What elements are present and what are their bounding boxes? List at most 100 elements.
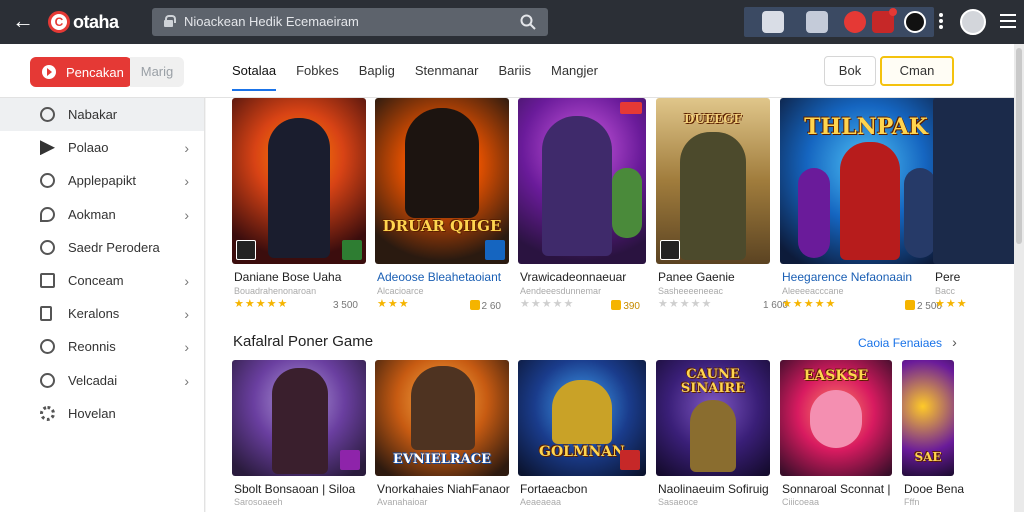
back-arrow-icon[interactable]: ← — [10, 8, 36, 34]
see-all-link[interactable]: Caoia Fenaiaes › — [858, 334, 957, 350]
tab-3[interactable]: Baplig — [359, 44, 395, 98]
app-logo[interactable]: C otaha — [48, 9, 119, 35]
game-thumbnail[interactable] — [232, 98, 366, 264]
character-art — [552, 380, 612, 444]
game-subtitle: Sasheeeeneeac — [658, 286, 724, 296]
game-thumbnail[interactable]: DUEEGF — [656, 98, 770, 264]
primary-button[interactable]: Pencakan — [30, 57, 132, 87]
game-thumbnail[interactable]: SAE — [902, 360, 954, 476]
game-subtitle: Bouadrahenonaroan — [234, 286, 317, 296]
search-text[interactable]: Nioackean Hedik Ecemaeiram — [184, 14, 359, 29]
sidebar: Nabakar Polaao › Applepapikt › Aokman › … — [0, 98, 205, 512]
game-card[interactable]: Pere Bacc ★★★ — [933, 98, 1014, 318]
game-thumbnail[interactable] — [518, 98, 646, 264]
avatar[interactable] — [960, 9, 986, 35]
game-price: 390 — [611, 300, 640, 312]
game-title[interactable]: Daniane Bose Uaha — [234, 270, 368, 284]
logo-mark-icon: C — [48, 11, 70, 33]
game-card[interactable]: SAE Dooe Benaa Fffn — [902, 360, 1014, 510]
platform-badge-icon — [342, 240, 362, 260]
sidebar-item-4[interactable]: Aokman › — [0, 198, 204, 231]
play-icon — [40, 140, 55, 156]
rating-badge-icon — [660, 240, 680, 260]
game-thumbnail[interactable]: GOLMNAN — [518, 360, 646, 476]
game-title[interactable]: Heegarence Nefaonaain — [782, 270, 932, 284]
chevron-right-icon: › — [184, 173, 189, 190]
extension-icon-5[interactable] — [904, 11, 926, 33]
game-title[interactable]: Vnorkahaies NiahFanaor — [377, 482, 511, 496]
game-thumbnail[interactable]: CAUNE SINAIRE — [656, 360, 770, 476]
game-thumbnail[interactable]: DRUAR QIIGE — [375, 98, 509, 264]
game-thumbnail[interactable]: EASKSE — [780, 360, 892, 476]
sidebar-item-7[interactable]: Keralons › — [0, 297, 204, 330]
character-art — [542, 116, 612, 256]
game-thumbnail[interactable]: THLNPAK — [780, 98, 952, 264]
sidebar-item-label: Velcadai — [68, 372, 118, 388]
game-subtitle: Aeaeaeaa — [520, 497, 562, 507]
tab-5[interactable]: Bariis — [498, 44, 531, 98]
secondary-button[interactable]: Marig — [130, 57, 184, 87]
sidebar-item-label: Conceam — [68, 273, 124, 289]
star-rating: ★★★ — [377, 298, 410, 310]
extension-icon-4[interactable] — [872, 8, 897, 33]
star-rating: ★★★★★ — [520, 298, 575, 310]
game-art-title: SAE — [914, 450, 942, 464]
sidebar-item-label: Applepapikt — [68, 173, 136, 189]
sidebar-item-1[interactable]: Nabakar — [0, 98, 204, 132]
page-header: Pencakan Marig Sotalaa Fobkes Baplig Ste… — [0, 44, 1014, 98]
price-text: 3 500 — [332, 300, 358, 311]
tab-4[interactable]: Stenmanar — [415, 44, 479, 98]
game-subtitle: Aendeeesdunnemar — [520, 286, 602, 296]
search-bar[interactable]: Nioackean Hedik Ecemaeiram — [152, 8, 548, 36]
rating-badge-icon — [236, 240, 256, 260]
sidebar-item-9[interactable]: Velcadai › — [0, 364, 204, 397]
game-title[interactable]: Sbolt Bonsaoan | Siloa — [234, 482, 368, 496]
chat-bubble-icon — [40, 206, 55, 222]
game-title[interactable]: Sonnaroal Sconnat | — [782, 482, 894, 496]
sidebar-item-10[interactable]: Hovelan — [0, 397, 204, 430]
rating-badge-icon — [620, 102, 642, 114]
main-content: Daniane Bose Uaha Bouadrahenonaroan ★★★★… — [206, 98, 1014, 512]
search-icon[interactable] — [520, 14, 536, 30]
sidebar-item-5[interactable]: Saedr Perodera — [0, 231, 204, 264]
tab-1[interactable]: Sotalaa — [232, 44, 277, 98]
character-art — [268, 118, 330, 258]
game-title[interactable]: Fortaeacbon — [520, 482, 654, 496]
sidebar-item-label: Nabakar — [68, 107, 118, 123]
tab-2[interactable]: Fobkes — [296, 44, 339, 98]
search-icon — [40, 239, 55, 255]
game-thumbnail[interactable] — [933, 98, 1014, 264]
sidebar-item-2[interactable]: Polaao › — [0, 131, 204, 164]
game-title[interactable]: Dooe Benaa — [904, 482, 964, 496]
highlight-button[interactable]: Cman — [880, 56, 954, 86]
extension-icon-3[interactable] — [844, 11, 866, 33]
extension-icon-2[interactable] — [806, 11, 828, 33]
scrollbar-thumb[interactable] — [1016, 48, 1022, 244]
game-subtitle: Sarosoaeeh — [234, 497, 283, 507]
sidebar-item-6[interactable]: Conceam › — [0, 264, 204, 297]
game-thumbnail[interactable]: EVNIELRACE — [375, 360, 509, 476]
primary-button-label: Pencakan — [66, 64, 124, 80]
game-title[interactable]: Naolinaeuim Sofiruig — [658, 482, 772, 496]
star-rating: ★★★ — [935, 298, 968, 310]
extension-icon-1[interactable] — [762, 11, 784, 33]
sidebar-item-8[interactable]: Reonnis › — [0, 330, 204, 363]
outline-button[interactable]: Bok — [824, 56, 876, 86]
game-thumbnail[interactable] — [232, 360, 366, 476]
tab-6[interactable]: Mangjer — [551, 44, 598, 98]
more-vert-icon[interactable] — [937, 12, 945, 32]
game-title[interactable]: Panee Gaenie — [658, 270, 772, 284]
platform-badge-icon — [340, 450, 360, 470]
star-rating: ★★★★★ — [658, 298, 713, 310]
emoji-icon — [40, 173, 55, 189]
sidebar-item-3[interactable]: Applepapikt › — [0, 164, 204, 197]
game-title[interactable]: Vrawicadeonnaeuar — [520, 270, 648, 284]
game-title[interactable]: Pere — [935, 270, 1014, 284]
game-subtitle: Aleeeeacccane — [782, 286, 844, 296]
page-scrollbar[interactable] — [1014, 44, 1024, 512]
logo-text: otaha — [73, 11, 119, 32]
game-subtitle: Bacc — [935, 286, 956, 296]
game-title[interactable]: Adeoose Bleahetaoiant — [377, 270, 511, 284]
menu-icon[interactable] — [1000, 14, 1016, 28]
price-text: 390 — [623, 301, 640, 312]
